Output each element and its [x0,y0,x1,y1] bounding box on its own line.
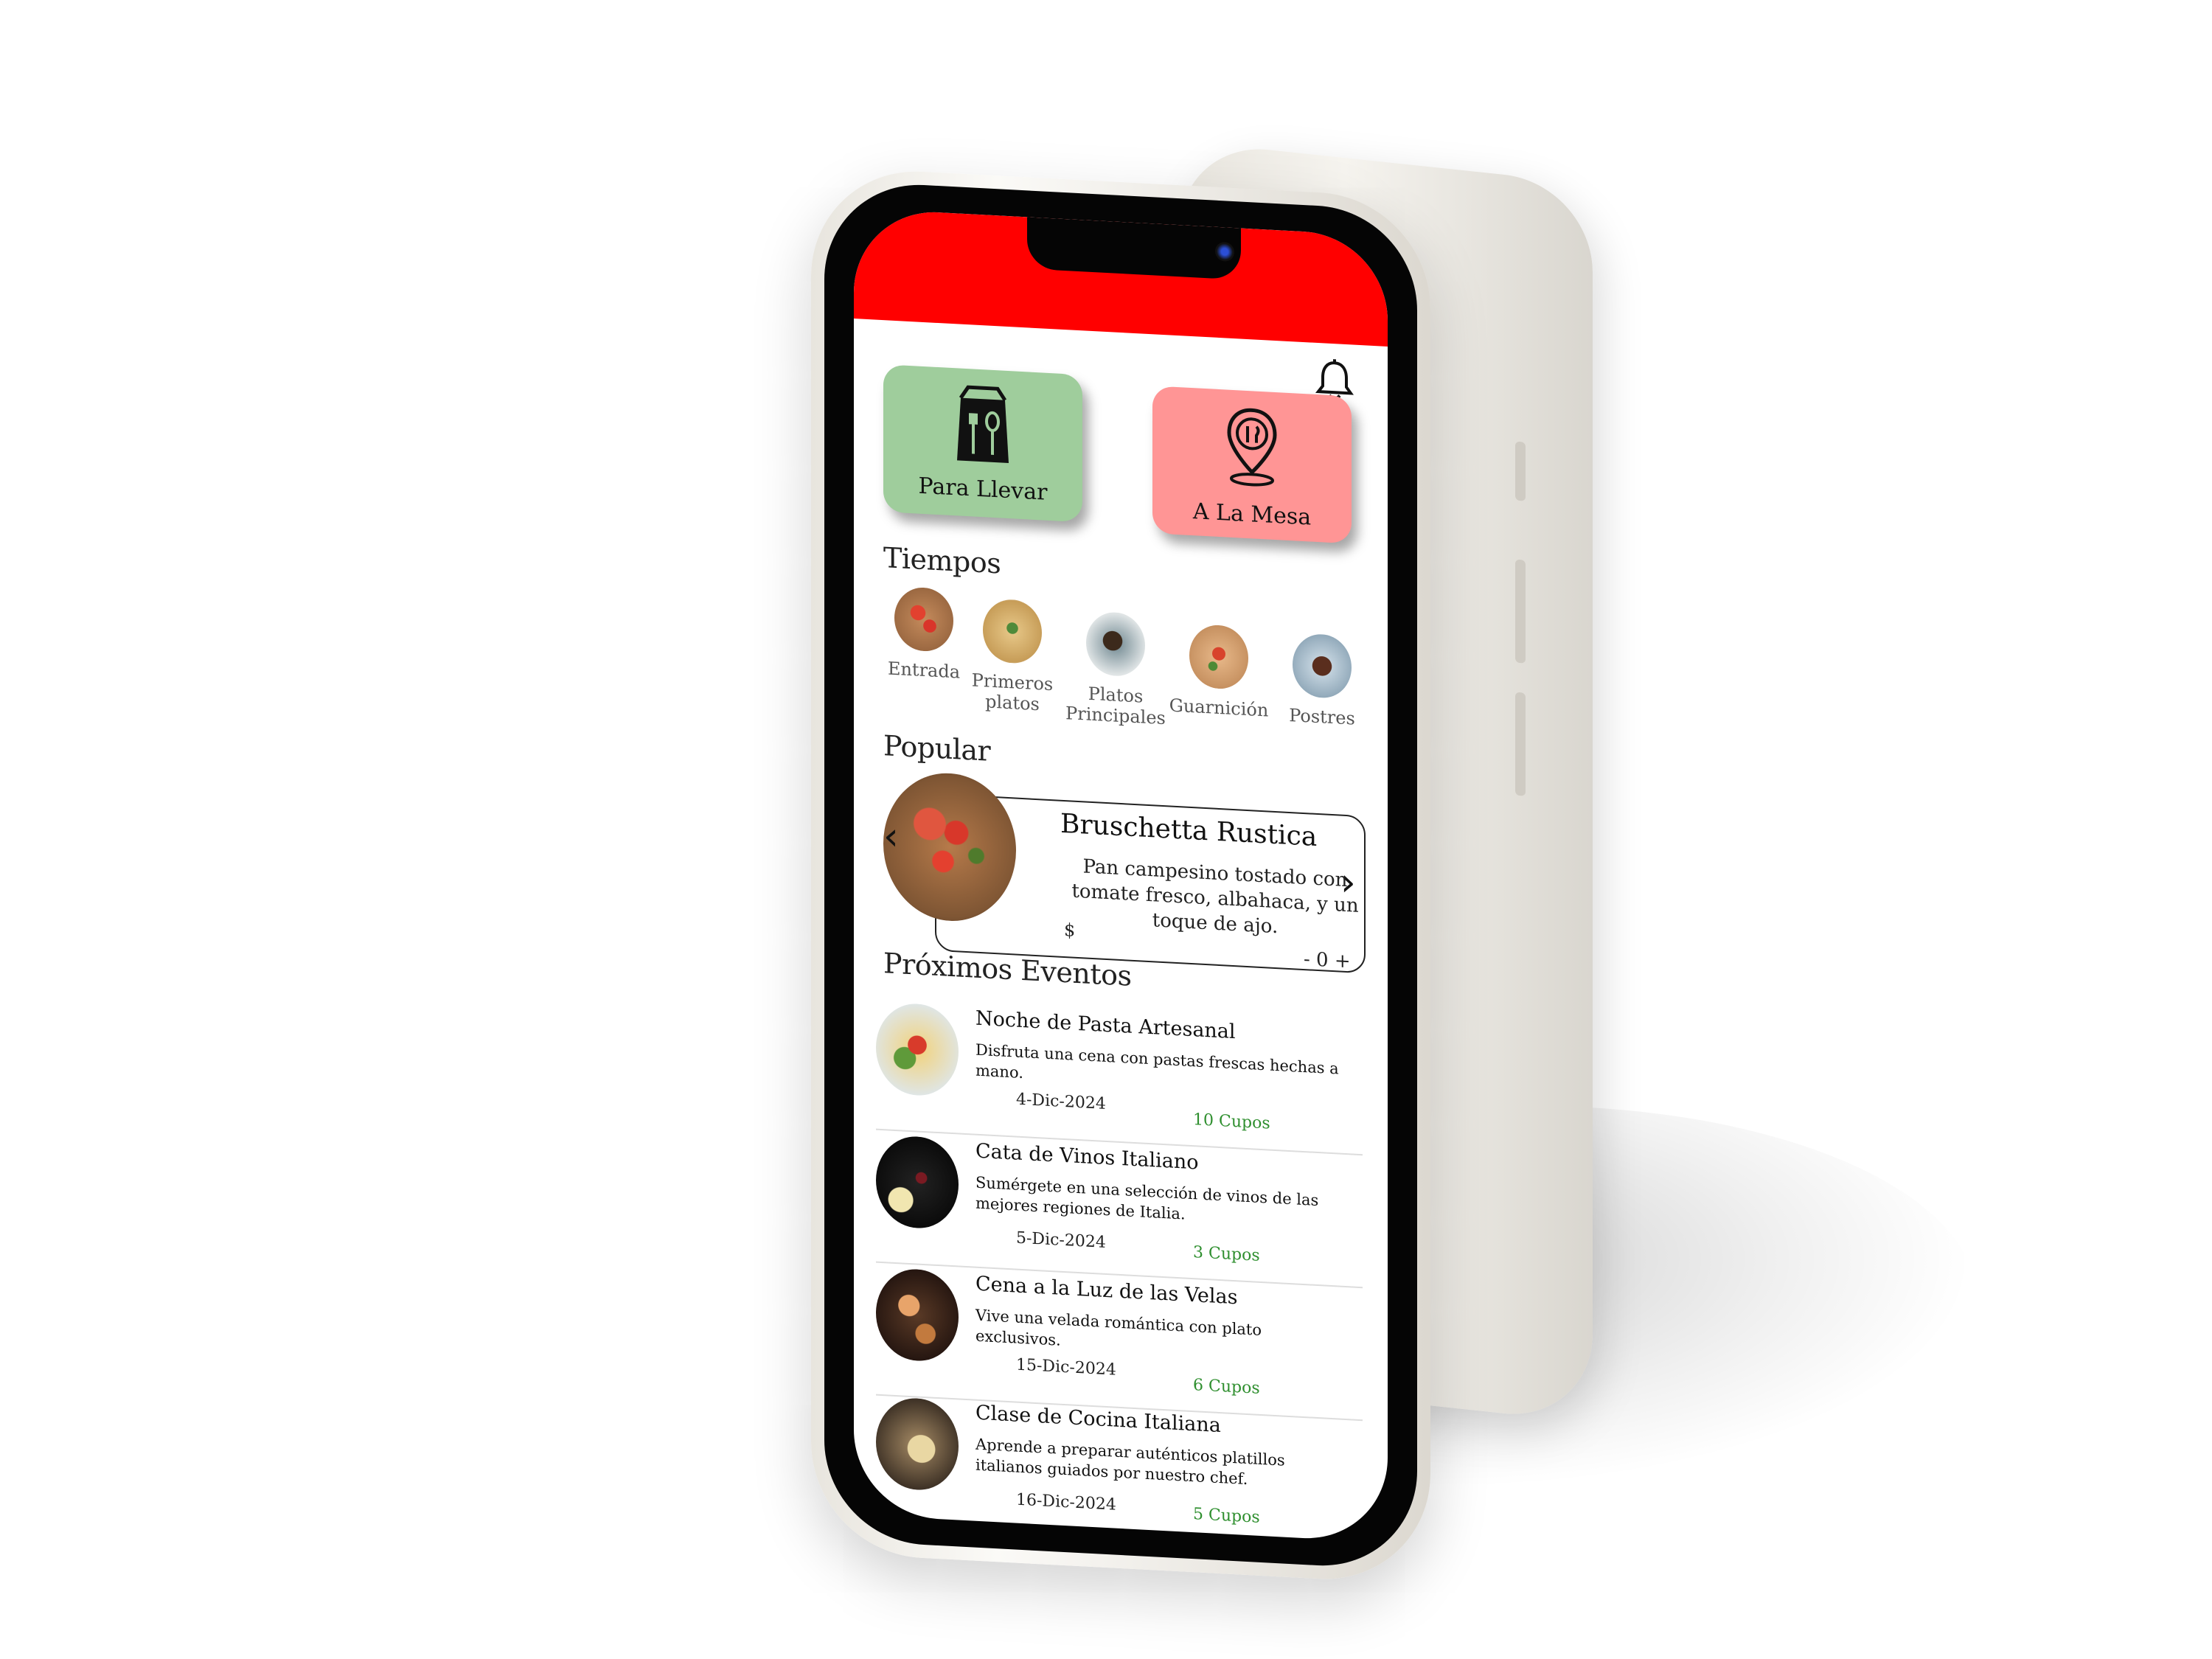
event-item[interactable]: Cata de Vinos Italiano Sumérgete en una … [876,1134,1363,1289]
location-cutlery-icon [1227,408,1277,487]
phone-device: Para Llevar A La Mesa Tiempos Entrada Pr… [811,166,1430,1585]
event-image [876,1134,959,1231]
course-thumb [894,585,953,653]
camera-icon [1215,241,1234,262]
event-date: 5-Dic-2024 [1016,1228,1106,1252]
event-description: Sumérgete en una selección de vinos de l… [975,1173,1319,1223]
side-button [1515,441,1526,501]
event-title: Noche de Pasta Artesanal [975,1006,1236,1044]
course-thumb [1293,633,1352,700]
app-screen: Para Llevar A La Mesa Tiempos Entrada Pr… [854,208,1388,1543]
dine-in-label: A La Mesa [1192,498,1312,531]
course-thumb [1086,611,1145,678]
course-label: Postres [1289,704,1355,729]
event-item[interactable]: Clase de Cocina Italiana Aprende a prepa… [876,1396,1363,1543]
course-label: Guarnición [1169,695,1269,721]
course-platos-principales[interactable]: Platos Principales [1060,610,1171,729]
course-thumb [983,598,1042,665]
event-seats: 6 Cupos [1193,1376,1260,1398]
course-guarnicion[interactable]: Guarnición [1164,622,1274,721]
phone-bezel: Para Llevar A La Mesa Tiempos Entrada Pr… [824,179,1417,1571]
takeaway-bag-icon [957,385,1009,464]
takeaway-label: Para Llevar [918,473,1048,506]
chevron-left-icon[interactable]: ‹ [883,814,899,859]
course-label: Entrada [887,658,961,683]
dine-in-button[interactable]: A La Mesa [1152,386,1352,544]
event-date: 4-Dic-2024 [1016,1090,1106,1113]
event-date: 16-Dic-2024 [1016,1490,1116,1514]
volume-button [1515,559,1526,664]
event-image [876,1267,959,1363]
course-label: Primeros platos [971,669,1054,715]
course-label: Platos Principales [1065,683,1166,729]
event-seats: 10 Cupos [1193,1110,1270,1133]
course-primeros-platos[interactable]: Primeros platos [957,597,1068,716]
event-date: 15-Dic-2024 [1016,1355,1116,1380]
popular-dish-image [883,770,1016,925]
course-thumb [1189,623,1248,691]
event-item[interactable]: Cena a la Luz de las Velas Vive una vela… [876,1267,1363,1422]
popular-dish-price: $ [1064,919,1076,941]
volume-button [1515,692,1526,796]
event-item[interactable]: Noche de Pasta Artesanal Disfruta una ce… [876,1001,1363,1156]
event-image [876,1396,959,1492]
takeaway-button[interactable]: Para Llevar [883,364,1082,523]
popular-title: Popular [883,729,991,768]
course-postres[interactable]: Postres [1267,631,1377,730]
event-description: Aprende a preparar auténticos platillos … [975,1435,1285,1489]
courses-title: Tiempos [883,541,1001,580]
event-image [876,1001,959,1098]
event-seats: 5 Cupos [1193,1505,1260,1527]
quantity-stepper[interactable]: - 0 + [1304,948,1351,973]
event-seats: 3 Cupos [1193,1243,1260,1265]
